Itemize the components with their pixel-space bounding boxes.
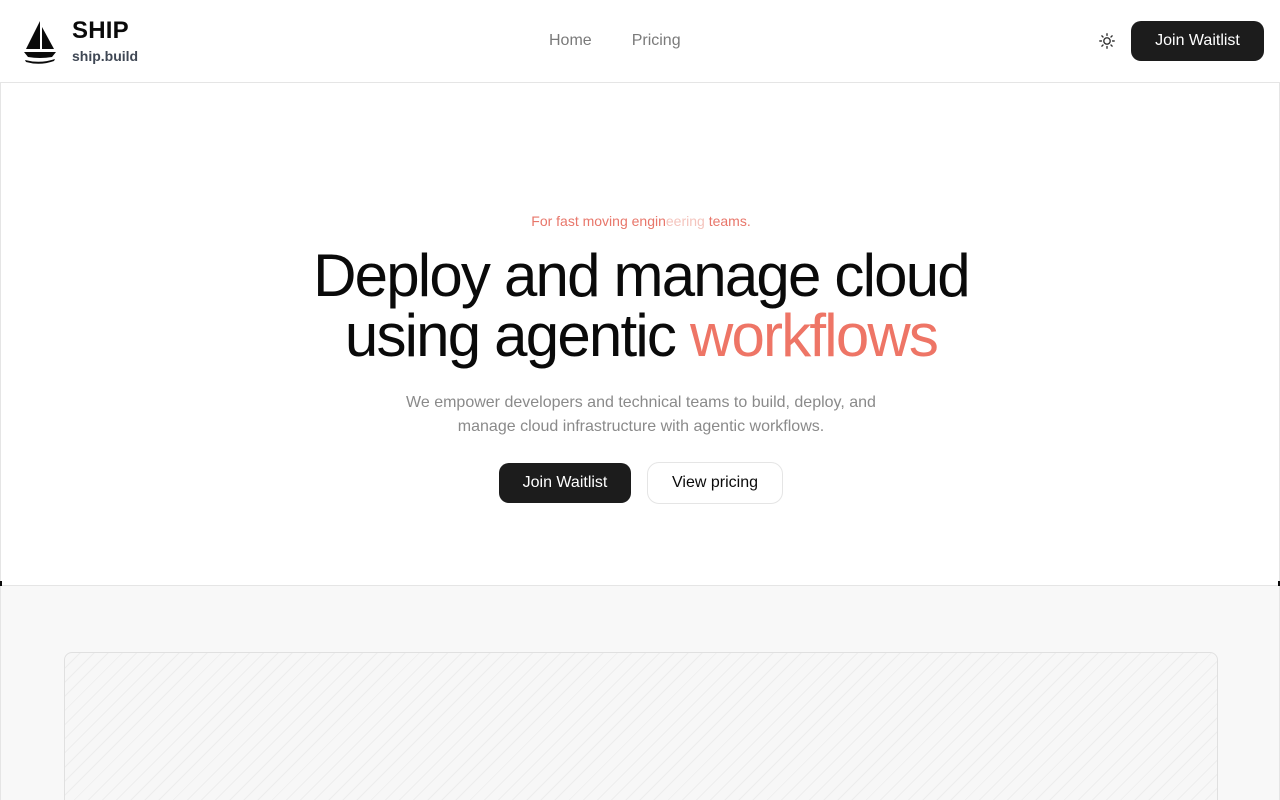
- header-join-waitlist-button[interactable]: Join Waitlist: [1131, 21, 1264, 61]
- nav-home-link[interactable]: Home: [549, 31, 592, 51]
- brand[interactable]: SHIP ship.build: [22, 18, 138, 66]
- headline-accent: workflows: [689, 302, 939, 369]
- brand-domain: ship.build: [72, 48, 139, 64]
- hero-tagline: For fast moving engineering teams.: [1, 213, 1280, 229]
- hero-cta-group: Join Waitlist View pricing: [499, 462, 783, 504]
- tagline-start: For fast moving engin: [531, 213, 666, 229]
- nav-pricing-link[interactable]: Pricing: [632, 31, 681, 51]
- product-preview-panel: [64, 652, 1218, 800]
- hero-subtext: We empower developers and technical team…: [406, 394, 876, 435]
- hero-headline: Deploy and manage cloud using agentic wo…: [1, 246, 1280, 366]
- headline-line2: using agentic: [344, 302, 690, 369]
- sailboat-icon: [24, 21, 56, 64]
- headline-line1: Deploy and manage cloud: [313, 242, 971, 309]
- hero-join-waitlist-button[interactable]: Join Waitlist: [499, 463, 631, 503]
- view-pricing-button[interactable]: View pricing: [647, 462, 783, 504]
- theme-toggle-button[interactable]: [1097, 31, 1117, 51]
- main-nav: Home Pricing: [549, 31, 681, 51]
- site-header: SHIP ship.build Home Pricing Join Waitli…: [0, 0, 1280, 83]
- tagline-end: teams.: [704, 213, 751, 229]
- sun-icon: [1099, 33, 1115, 49]
- preview-section: [0, 586, 1280, 800]
- brand-text: SHIP ship.build: [72, 18, 138, 66]
- tagline-fade: eering: [665, 213, 705, 229]
- brand-name: SHIP: [72, 17, 129, 44]
- hero-section: For fast moving engineering teams. Deplo…: [0, 83, 1280, 589]
